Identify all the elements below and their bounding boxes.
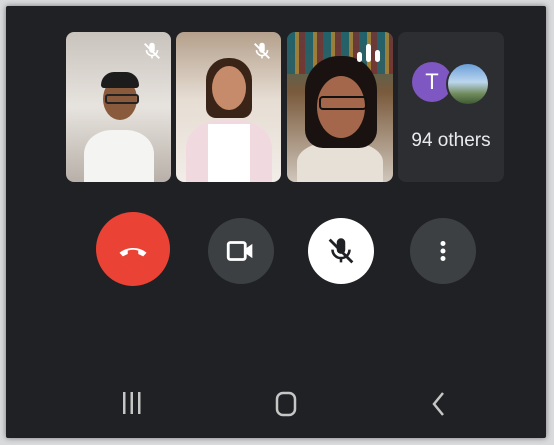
more-vert-icon bbox=[440, 241, 446, 261]
speaking-indicator-icon bbox=[357, 42, 383, 62]
meet-call-screen: T 94 others bbox=[6, 6, 546, 438]
end-call-button[interactable] bbox=[96, 212, 170, 286]
home-button[interactable] bbox=[274, 390, 298, 423]
participant-tile-3[interactable] bbox=[287, 32, 393, 182]
participant-tile-2[interactable] bbox=[176, 32, 281, 182]
others-tile[interactable]: T 94 others bbox=[398, 32, 504, 182]
home-icon bbox=[275, 391, 297, 417]
camera-toggle-button[interactable] bbox=[208, 218, 274, 284]
mic-off-icon bbox=[254, 42, 270, 59]
participant-tile-1[interactable] bbox=[66, 32, 171, 182]
back-icon bbox=[432, 392, 444, 416]
more-options-button[interactable] bbox=[410, 218, 476, 284]
participant-avatar-photo bbox=[446, 62, 490, 106]
recent-apps-button[interactable] bbox=[120, 390, 144, 421]
mic-off-icon bbox=[144, 42, 160, 59]
participant-grid: T 94 others bbox=[66, 32, 506, 184]
recent-apps-icon bbox=[123, 392, 141, 414]
microphone-toggle-button[interactable] bbox=[308, 218, 374, 284]
end-call-icon bbox=[119, 248, 147, 257]
video-camera-icon bbox=[226, 241, 253, 261]
others-count-label: 94 others bbox=[411, 130, 491, 151]
back-button[interactable] bbox=[430, 390, 448, 423]
mic-off-icon bbox=[328, 238, 354, 264]
